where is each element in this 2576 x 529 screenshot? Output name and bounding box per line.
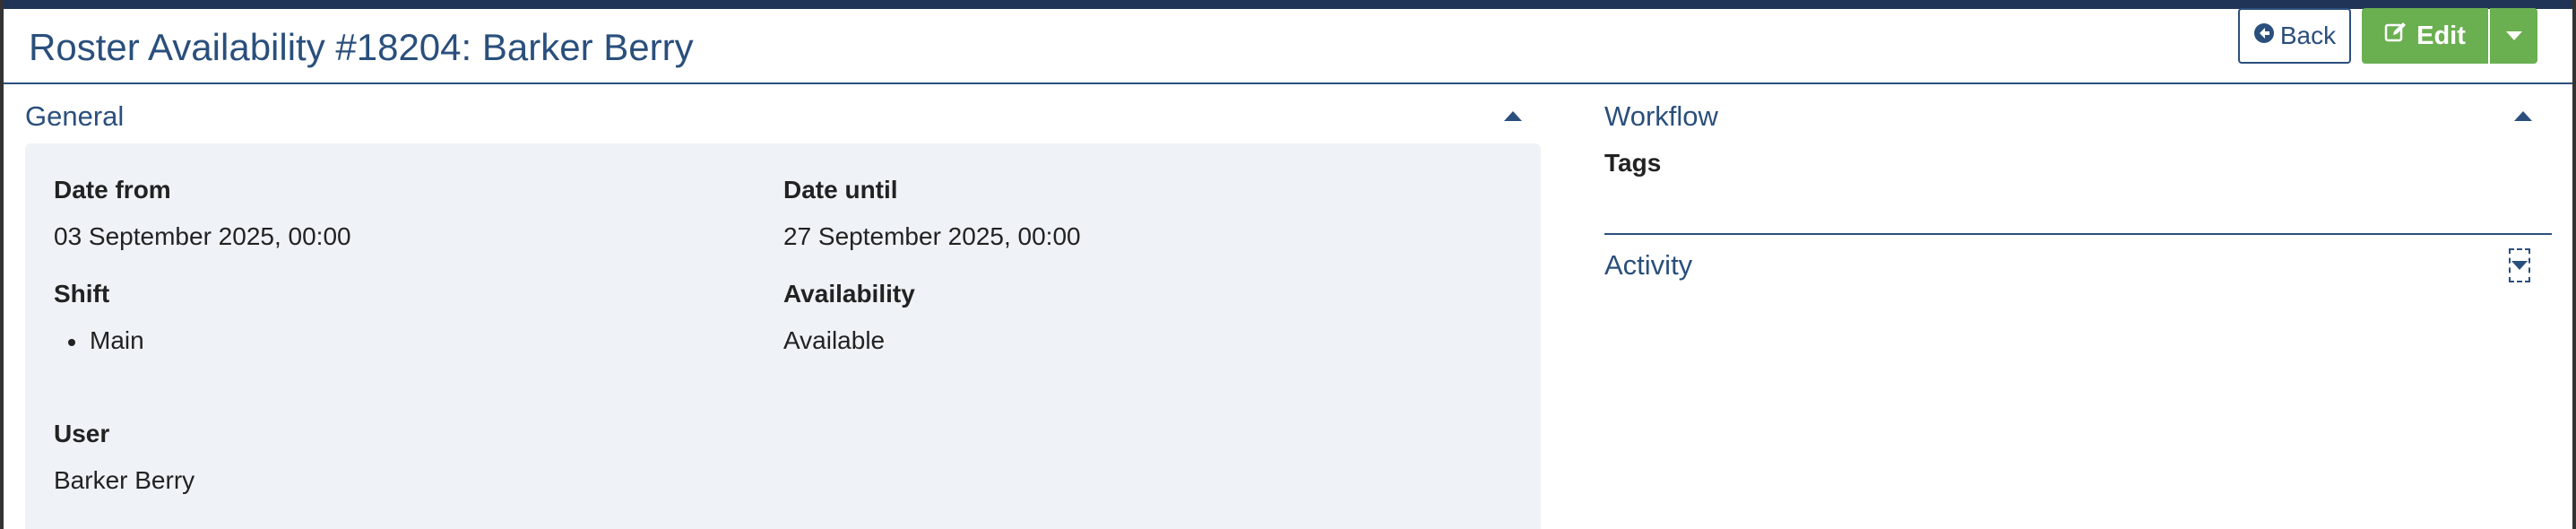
page-title: Roster Availability #18204: Barker Berry [29, 26, 694, 68]
caret-down-icon [2511, 261, 2528, 270]
activity-expand-toggle[interactable] [2509, 248, 2530, 282]
edit-dropdown-toggle[interactable] [2490, 8, 2537, 64]
shift-label: Shift [54, 280, 110, 308]
pencil-square-icon [2384, 21, 2407, 51]
date-from-value: 03 September 2025, 00:00 [54, 222, 351, 250]
general-panel-body: Date from 03 September 2025, 00:00 Date … [25, 143, 1541, 529]
user-label: User [54, 420, 110, 447]
caret-up-icon[interactable] [1504, 111, 1522, 121]
divider [1604, 233, 2552, 235]
date-from-label: Date from [54, 176, 171, 204]
top-bar-strip [0, 0, 2576, 9]
circle-arrow-left-icon [2253, 22, 2275, 50]
date-until-value: 27 September 2025, 00:00 [783, 222, 1081, 250]
window-border-right [2572, 0, 2576, 529]
tags-label: Tags [1604, 149, 1662, 177]
page-header: Roster Availability #18204: Barker Berry [4, 9, 2572, 84]
user-value: Barker Berry [54, 466, 195, 494]
shift-list-item: Main [90, 326, 144, 354]
activity-panel-heading[interactable]: Activity [1604, 249, 1692, 282]
edit-button[interactable]: Edit [2362, 8, 2488, 64]
back-button-label: Back [2279, 22, 2337, 49]
availability-label: Availability [783, 280, 915, 308]
caret-down-icon [2505, 31, 2522, 40]
date-until-label: Date until [783, 176, 898, 204]
back-button[interactable]: Back [2238, 8, 2351, 64]
edit-button-label: Edit [2416, 21, 2466, 50]
workflow-panel-heading[interactable]: Workflow [1604, 100, 1718, 133]
list-bullet [68, 339, 75, 346]
availability-value: Available [783, 326, 886, 354]
general-panel-heading[interactable]: General [25, 100, 124, 133]
caret-up-icon[interactable] [2514, 111, 2532, 121]
